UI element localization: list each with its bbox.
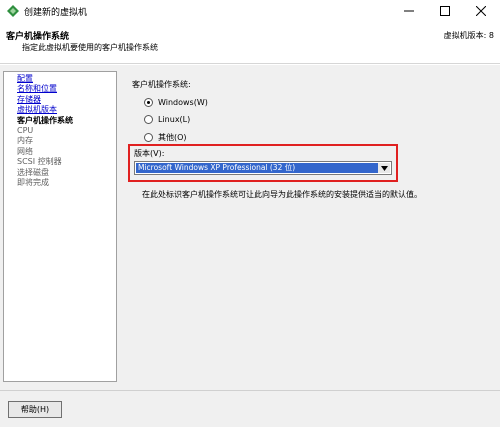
title-bar: 创建新的虚拟机 — [0, 0, 500, 22]
close-icon — [476, 6, 486, 16]
version-dropdown[interactable]: Microsoft Windows XP Professional (32 位) — [134, 161, 392, 175]
maximize-icon — [440, 6, 450, 16]
minimize-icon — [404, 10, 414, 12]
dropdown-arrow-icon[interactable] — [378, 163, 390, 173]
vm-version-label: 虚拟机版本: 8 — [443, 31, 494, 40]
radio-other-indicator[interactable] — [144, 133, 153, 142]
radio-windows[interactable]: Windows(W) — [144, 98, 208, 107]
nav-step-cpu: CPU — [17, 125, 34, 135]
wizard-steps-nav: 配置 名称和位置 存储器 虚拟机版本 客户机操作系统 CPU 内存 网络 SCS… — [3, 71, 117, 382]
radio-linux[interactable]: Linux(L) — [144, 115, 190, 124]
nav-step-vm-version[interactable]: 虚拟机版本 — [17, 105, 116, 115]
version-label: 版本(V): — [134, 149, 165, 158]
version-selected-value: Microsoft Windows XP Professional (32 位) — [136, 163, 378, 173]
radio-windows-label: Windows(W) — [158, 98, 208, 107]
radio-linux-indicator[interactable] — [144, 115, 153, 124]
nav-step-select-disk: 选择磁盘 — [17, 167, 49, 177]
nav-step-storage[interactable]: 存储器 — [17, 95, 116, 105]
wizard-footer: 帮助(H) — [0, 390, 500, 427]
nav-step-name-location[interactable]: 名称和位置 — [17, 84, 116, 94]
nav-step-memory: 内存 — [17, 136, 33, 146]
page-subtitle: 指定此虚拟机要使用的客户机操作系统 — [22, 43, 158, 52]
vsphere-app-icon — [7, 5, 19, 17]
nav-step-network: 网络 — [17, 146, 33, 156]
nav-step-scsi-controller: SCSI 控制器 — [17, 157, 62, 167]
nav-step-ready: 即将完成 — [17, 177, 49, 187]
nav-step-config[interactable]: 配置 — [17, 74, 116, 84]
maximize-button[interactable] — [428, 0, 462, 22]
version-highlight-box: 版本(V): Microsoft Windows XP Professional… — [128, 144, 398, 182]
wizard-body: 配置 名称和位置 存储器 虚拟机版本 客户机操作系统 CPU 内存 网络 SCS… — [0, 65, 500, 390]
window-title: 创建新的虚拟机 — [24, 8, 88, 18]
radio-other[interactable]: 其他(O) — [144, 132, 187, 143]
page-title: 客户机操作系统 — [6, 32, 70, 42]
guest-os-label: 客户机操作系统: — [132, 80, 191, 89]
radio-windows-indicator[interactable] — [144, 98, 153, 107]
minimize-button[interactable] — [392, 0, 426, 22]
help-button[interactable]: 帮助(H) — [8, 401, 62, 418]
radio-other-label: 其他(O) — [158, 133, 187, 142]
radio-linux-label: Linux(L) — [158, 115, 191, 124]
close-button[interactable] — [464, 0, 498, 22]
nav-step-guest-os: 客户机操作系统 — [17, 115, 73, 125]
guest-os-description: 在此处标识客户机操作系统可让此向导为此操作系统的安装提供适当的默认值。 — [142, 190, 422, 199]
wizard-header: 客户机操作系统 指定此虚拟机要使用的客户机操作系统 虚拟机版本: 8 — [0, 22, 500, 64]
